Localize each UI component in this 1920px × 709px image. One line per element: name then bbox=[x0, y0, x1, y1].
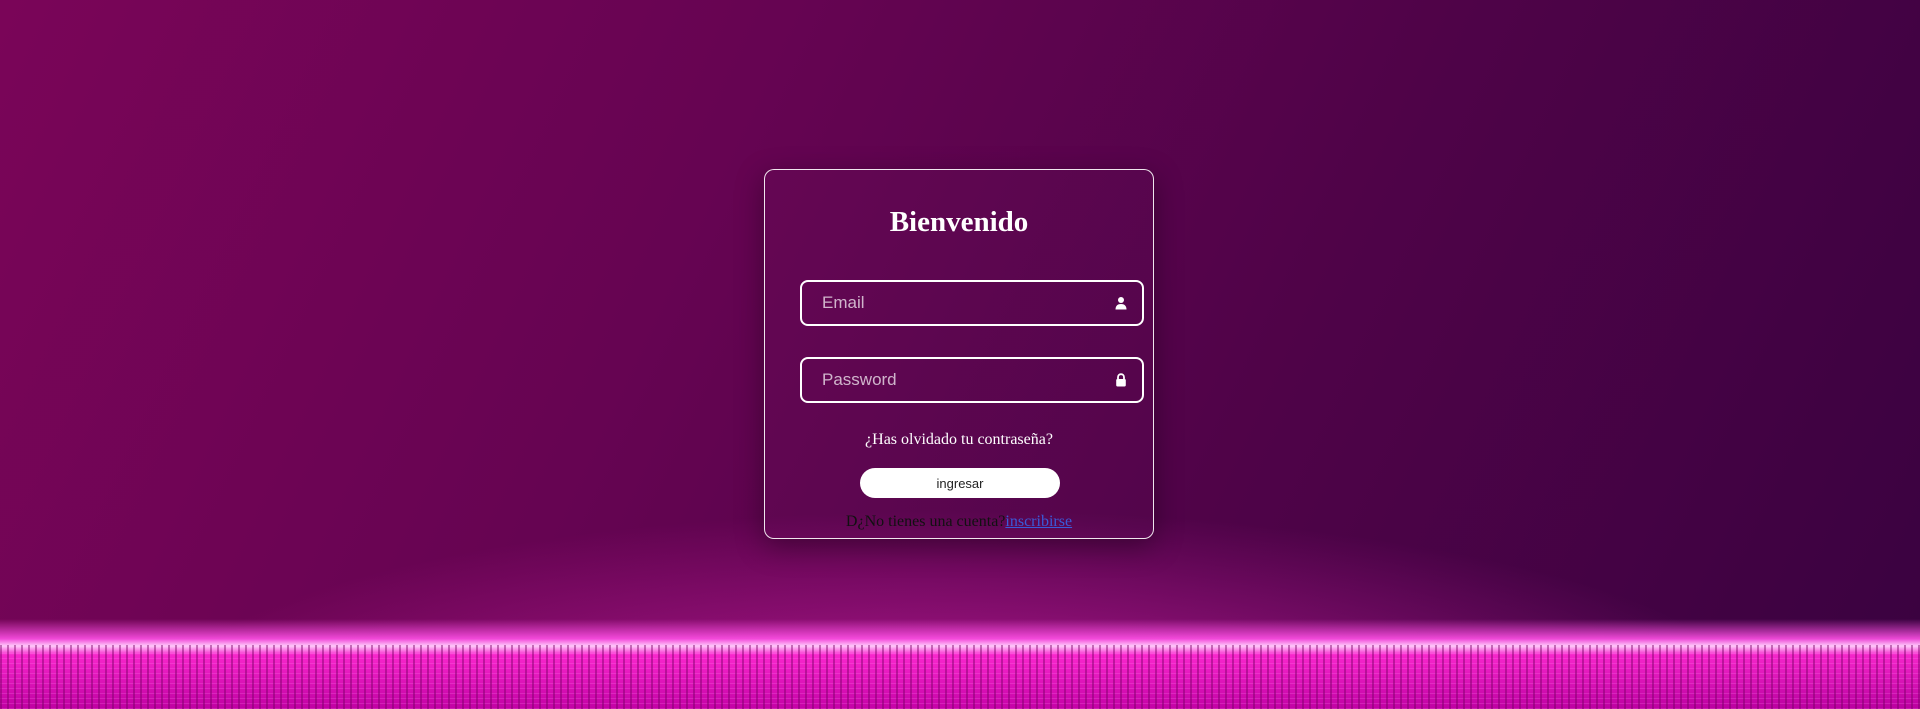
email-input[interactable] bbox=[802, 282, 1142, 324]
login-card: Bienvenido ¿Has olvidado tu contraseña? … bbox=[764, 169, 1154, 539]
background-wave-lines bbox=[0, 645, 1920, 709]
login-button[interactable]: ingresar bbox=[860, 468, 1060, 498]
signup-link[interactable]: inscribirse bbox=[1005, 513, 1072, 530]
password-field-wrapper bbox=[800, 357, 1144, 403]
signup-prompt-text: D¿No tienes una cuenta? bbox=[845, 513, 1006, 530]
signup-prompt: D¿No tienes una cuenta?inscribirse bbox=[765, 513, 1153, 531]
user-icon bbox=[1115, 297, 1127, 310]
email-field-wrapper bbox=[800, 280, 1144, 326]
lock-icon bbox=[1116, 373, 1126, 387]
password-input[interactable] bbox=[802, 359, 1142, 401]
forgot-password-link[interactable]: ¿Has olvidado tu contraseña? bbox=[765, 431, 1153, 449]
login-title: Bienvenido bbox=[889, 206, 1029, 238]
